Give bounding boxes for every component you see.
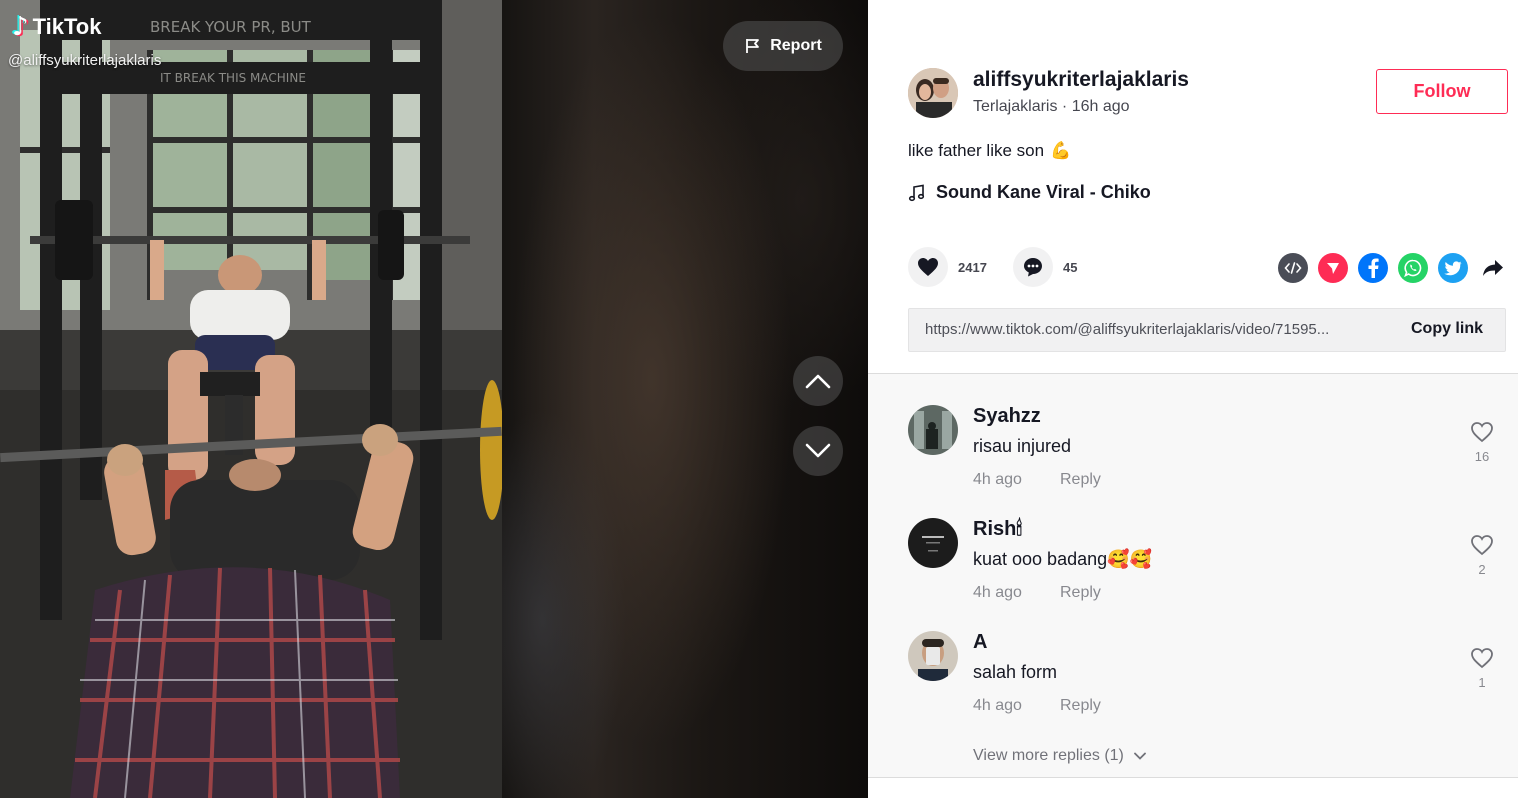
like-button[interactable]: 2417 bbox=[908, 247, 987, 287]
video-details-panel: aliffsyukriterlajaklaris Terlajaklaris ·… bbox=[868, 0, 1518, 798]
comment-like-count: 16 bbox=[1474, 449, 1490, 464]
svg-text:BREAK YOUR PR, BUT: BREAK YOUR PR, BUT bbox=[150, 18, 312, 36]
embed-icon bbox=[1284, 262, 1302, 274]
svg-text:IT BREAK THIS MACHINE: IT BREAK THIS MACHINE bbox=[160, 71, 306, 85]
comments-section: Syahzz risau injured 4h ago Reply 16 Ris… bbox=[868, 373, 1518, 778]
video-content-illustration: BREAK YOUR PR, BUT IT BREAK THIS MACHINE bbox=[0, 0, 502, 798]
comment-time: 4h ago bbox=[973, 697, 1022, 714]
copy-link-button[interactable]: Copy link bbox=[1411, 320, 1483, 338]
copy-link-box: https://www.tiktok.com/@aliffsyukriterla… bbox=[908, 308, 1506, 352]
facebook-share-button[interactable] bbox=[1358, 253, 1388, 283]
music-note-icon bbox=[908, 184, 925, 201]
video-player-area[interactable]: BREAK YOUR PR, BUT IT BREAK THIS MACHINE bbox=[0, 0, 868, 798]
commenter-avatar[interactable] bbox=[908, 631, 958, 681]
next-video-button[interactable] bbox=[793, 426, 843, 476]
comment-icon bbox=[1024, 258, 1042, 277]
commenter-avatar[interactable] bbox=[908, 518, 958, 568]
caption-emoji: 💪 bbox=[1050, 141, 1072, 160]
report-button[interactable]: Report bbox=[723, 21, 843, 71]
video-watermark-username: @aliffsyukriterlajaklaris bbox=[8, 52, 162, 69]
commenter-username[interactable]: Syahzz bbox=[973, 405, 1041, 428]
music-title: Sound Kane Viral - Chiko bbox=[936, 182, 1151, 202]
report-label: Report bbox=[770, 37, 822, 54]
comment-like-count: 2 bbox=[1478, 562, 1486, 577]
twitter-icon bbox=[1444, 260, 1462, 275]
send-to-friends-icon bbox=[1327, 263, 1339, 274]
commenter-username[interactable]: Rish🕯 bbox=[973, 518, 1022, 541]
comment-count: 45 bbox=[1063, 259, 1078, 275]
comment-time: 4h ago bbox=[973, 584, 1022, 601]
follow-button[interactable]: Follow bbox=[1376, 69, 1508, 114]
comment-like-button[interactable]: 1 bbox=[1468, 647, 1496, 690]
comment-time: 4h ago bbox=[973, 471, 1022, 488]
previous-video-button[interactable] bbox=[793, 356, 843, 406]
share-arrow-icon bbox=[1483, 260, 1503, 276]
twitter-share-button[interactable] bbox=[1438, 253, 1468, 283]
more-share-button[interactable] bbox=[1478, 253, 1508, 283]
facebook-icon bbox=[1368, 258, 1379, 278]
tiktok-logo-text: TikTok bbox=[32, 14, 102, 39]
embed-button[interactable] bbox=[1278, 253, 1308, 283]
flag-icon bbox=[746, 39, 760, 53]
comment-text: risau injured bbox=[973, 436, 1072, 456]
whatsapp-share-button[interactable] bbox=[1398, 253, 1428, 283]
video-url[interactable]: https://www.tiktok.com/@aliffsyukriterla… bbox=[925, 321, 1395, 338]
video-frame[interactable]: BREAK YOUR PR, BUT IT BREAK THIS MACHINE bbox=[0, 0, 502, 798]
music-link[interactable]: Sound Kane Viral - Chiko bbox=[908, 182, 1151, 203]
chevron-up-icon bbox=[805, 374, 831, 389]
heart-icon bbox=[918, 258, 938, 276]
video-caption: like father like son 💪 bbox=[908, 141, 1071, 161]
chevron-down-icon bbox=[1133, 752, 1146, 760]
tiktok-note-icon: ♪ bbox=[12, 12, 29, 42]
comment-like-count: 1 bbox=[1478, 675, 1486, 690]
caption-text: like father like son bbox=[908, 141, 1045, 160]
like-count: 2417 bbox=[958, 259, 987, 275]
commenter-username[interactable]: A bbox=[973, 631, 987, 654]
send-to-friends-button[interactable] bbox=[1318, 253, 1348, 283]
chevron-down-icon bbox=[805, 443, 831, 458]
heart-outline-icon bbox=[1471, 535, 1493, 556]
author-subtitle: Terlajaklaris · 16h ago bbox=[973, 98, 1130, 115]
author-username[interactable]: aliffsyukriterlajaklaris bbox=[973, 68, 1189, 92]
comment-text: salah form bbox=[973, 662, 1058, 682]
reply-button[interactable]: Reply bbox=[1060, 697, 1101, 715]
heart-outline-icon bbox=[1471, 648, 1493, 669]
view-more-replies-label: View more replies (1) bbox=[973, 747, 1124, 764]
tiktok-logo: ♪ TikTok bbox=[12, 14, 101, 40]
author-avatar[interactable] bbox=[908, 68, 958, 118]
reply-button[interactable]: Reply bbox=[1060, 471, 1101, 489]
reply-button[interactable]: Reply bbox=[1060, 584, 1101, 602]
commenter-avatar[interactable] bbox=[908, 405, 958, 455]
whatsapp-icon bbox=[1404, 259, 1422, 277]
comment-button[interactable]: 45 bbox=[1013, 247, 1077, 287]
comment-like-button[interactable]: 2 bbox=[1468, 534, 1496, 577]
comment-text: kuat ooo badang🥰🥰 bbox=[973, 549, 1152, 569]
comment-like-button[interactable]: 16 bbox=[1468, 421, 1496, 464]
heart-outline-icon bbox=[1471, 422, 1493, 443]
view-more-replies-button[interactable]: View more replies (1) bbox=[973, 747, 1146, 765]
